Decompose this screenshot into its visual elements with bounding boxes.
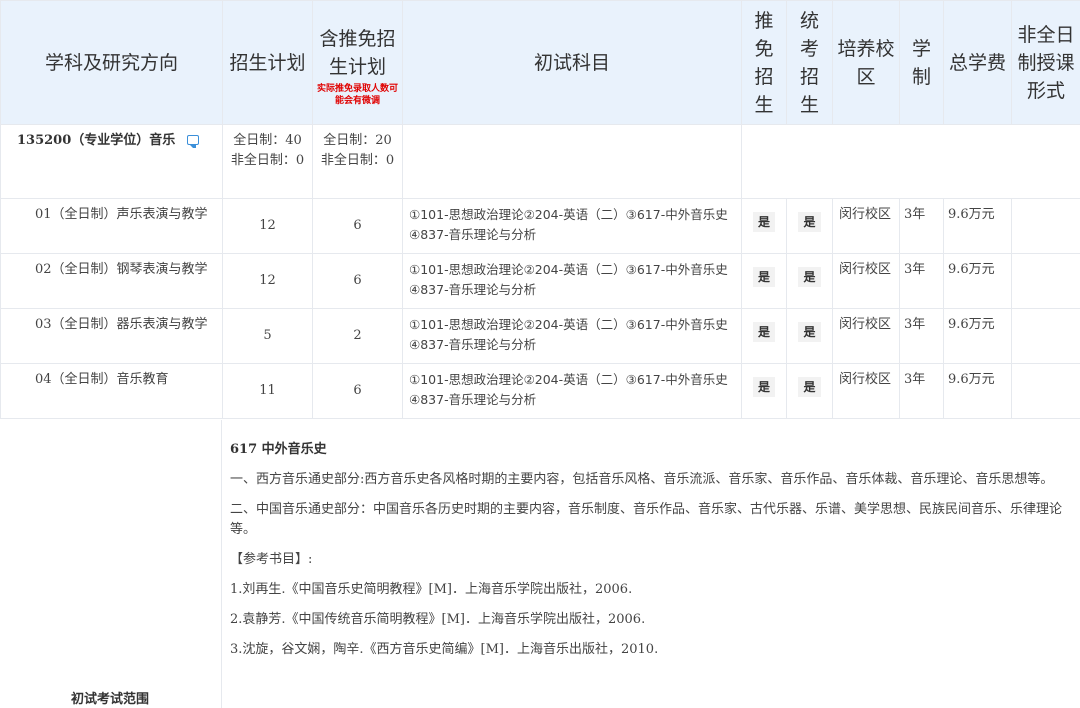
campus-cell: 闵行校区 [832,363,900,419]
fee-cell: 9.6万元 [943,253,1012,309]
tongkao-cell: 是 [786,253,833,309]
direction-cell: 01（全日制）声乐表演与教学 [0,198,223,254]
major-plan-full: 全日制：40 [233,133,302,148]
header-fee: 总学费 [943,0,1012,125]
scope-content: 617 中外音乐史 一、西方音乐通史部分:西方音乐史各风格时期的主要内容，包括音… [230,440,1070,670]
tongkao-cell: 是 [786,363,833,419]
tuimian-cell: 是 [741,308,787,364]
plan-cell: 12 [222,253,313,309]
scope-label: 初试考试范围 [70,692,149,707]
subjects-cell: ①101-思想政治理论②204-英语（二）③617-中外音乐史④837-音乐理论… [402,363,742,419]
subjects-cell: ①101-思想政治理论②204-英语（二）③617-中外音乐史④837-音乐理论… [402,253,742,309]
rec-cell: 2 [312,308,403,364]
campus-cell: 闵行校区 [832,253,900,309]
major-plan: 全日制：40 非全日制：0 [222,124,313,199]
header-length: 学制 [899,0,944,125]
major-plan-part: 非全日制：0 [230,153,305,168]
comment-icon[interactable] [187,135,200,148]
direction-cell: 03（全日制）器乐表演与教学 [0,308,223,364]
major-cell: 135200（专业学位）音乐 [0,124,223,199]
length-cell: 3年 [899,198,944,254]
mode-cell [1011,198,1080,254]
rec-cell: 6 [312,198,403,254]
tongkao-cell: 是 [786,198,833,254]
header-mode: 非全日制授课形式 [1011,0,1080,125]
mode-cell [1011,363,1080,419]
yes-badge: 是 [798,322,821,342]
yes-badge: 是 [752,322,775,342]
mode-cell [1011,253,1080,309]
scope-ref-title: 【参考书目】: [230,552,313,567]
major-rec-full: 全日制：20 [323,133,392,148]
scope-divider [221,420,222,708]
major-row: 135200（专业学位）音乐 全日制：40 非全日制：0 全日制：20 非全日制… [0,124,1080,199]
yes-badge: 是 [752,212,775,232]
major-empty [402,124,742,199]
direction-cell: 04（全日制）音乐教育 [0,363,223,419]
scope-para-western: 一、西方音乐通史部分:西方音乐史各风格时期的主要内容，包括音乐风格、音乐流派、音… [230,472,1054,487]
plan-cell: 5 [222,308,313,364]
table-row: 03（全日制）器乐表演与教学 5 2 ①101-思想政治理论②204-英语（二）… [0,308,1080,364]
admission-table: 学科及研究方向 招生计划 含推免招生计划 实际推免录取人数可能会有微调 初试科目… [0,0,1080,419]
table-row: 02（全日制）钢琴表演与教学 12 6 ①101-思想政治理论②204-英语（二… [0,253,1080,309]
major-rec: 全日制：20 非全日制：0 [312,124,403,199]
tuimian-cell: 是 [741,253,787,309]
header-plan-label: 招生计划 [229,51,306,74]
table-header-row: 学科及研究方向 招生计划 含推免招生计划 实际推免录取人数可能会有微调 初试科目… [0,0,1080,125]
tuimian-cell: 是 [741,198,787,254]
yes-badge: 是 [752,267,775,287]
yes-badge: 是 [798,377,821,397]
fee-cell: 9.6万元 [943,363,1012,419]
header-tongkao: 统考招生 [786,0,833,125]
subjects-cell: ①101-思想政治理论②204-英语（二）③617-中外音乐史④837-音乐理论… [402,198,742,254]
header-plan: 招生计划 [222,0,313,125]
header-rec-note: 实际推免录取人数可能会有微调 [317,83,399,106]
scope-ref-item: 1.刘再生.《中国音乐史简明教程》[M]．上海音乐学院出版社，2006. [230,582,633,597]
yes-badge: 是 [798,267,821,287]
major-empty-rest [741,124,1080,199]
mode-cell [1011,308,1080,364]
scope-para-chinese: 二、中国音乐通史部分：中国音乐各历史时期的主要内容，音乐制度、音乐作品、音乐家、… [230,502,1063,537]
campus-cell: 闵行校区 [832,198,900,254]
rec-cell: 6 [312,363,403,419]
tuimian-cell: 是 [741,363,787,419]
header-subjects: 初试科目 [402,0,742,125]
length-cell: 3年 [899,308,944,364]
scope-ref-item: 2.袁静芳.《中国传统音乐简明教程》[M]．上海音乐学院出版社，2006. [230,612,646,627]
tongkao-cell: 是 [786,308,833,364]
scope-ref-item: 3.沈旋，谷文娴，陶辛.《西方音乐史简编》[M]．上海音乐出版社，2010. [230,642,659,657]
rec-cell: 6 [312,253,403,309]
header-direction: 学科及研究方向 [0,0,223,125]
campus-cell: 闵行校区 [832,308,900,364]
fee-cell: 9.6万元 [943,198,1012,254]
scope-title: 617 中外音乐史 [230,442,327,457]
header-campus: 培养校区 [832,0,900,125]
table-row: 01（全日制）声乐表演与教学 12 6 ①101-思想政治理论②204-英语（二… [0,198,1080,254]
plan-cell: 11 [222,363,313,419]
header-rec-plan: 含推免招生计划 实际推免录取人数可能会有微调 [312,0,403,125]
subjects-cell: ①101-思想政治理论②204-英语（二）③617-中外音乐史④837-音乐理论… [402,308,742,364]
yes-badge: 是 [798,212,821,232]
fee-cell: 9.6万元 [943,308,1012,364]
header-rec-plan-label: 含推免招生计划 [319,27,396,78]
table-row: 04（全日制）音乐教育 11 6 ①101-思想政治理论②204-英语（二）③6… [0,363,1080,419]
length-cell: 3年 [899,253,944,309]
header-tuimian: 推免招生 [741,0,787,125]
direction-cell: 02（全日制）钢琴表演与教学 [0,253,223,309]
yes-badge: 是 [752,377,775,397]
plan-cell: 12 [222,198,313,254]
major-name: 135200（专业学位）音乐 [17,133,176,148]
major-rec-part: 非全日制：0 [320,153,395,168]
length-cell: 3年 [899,363,944,419]
